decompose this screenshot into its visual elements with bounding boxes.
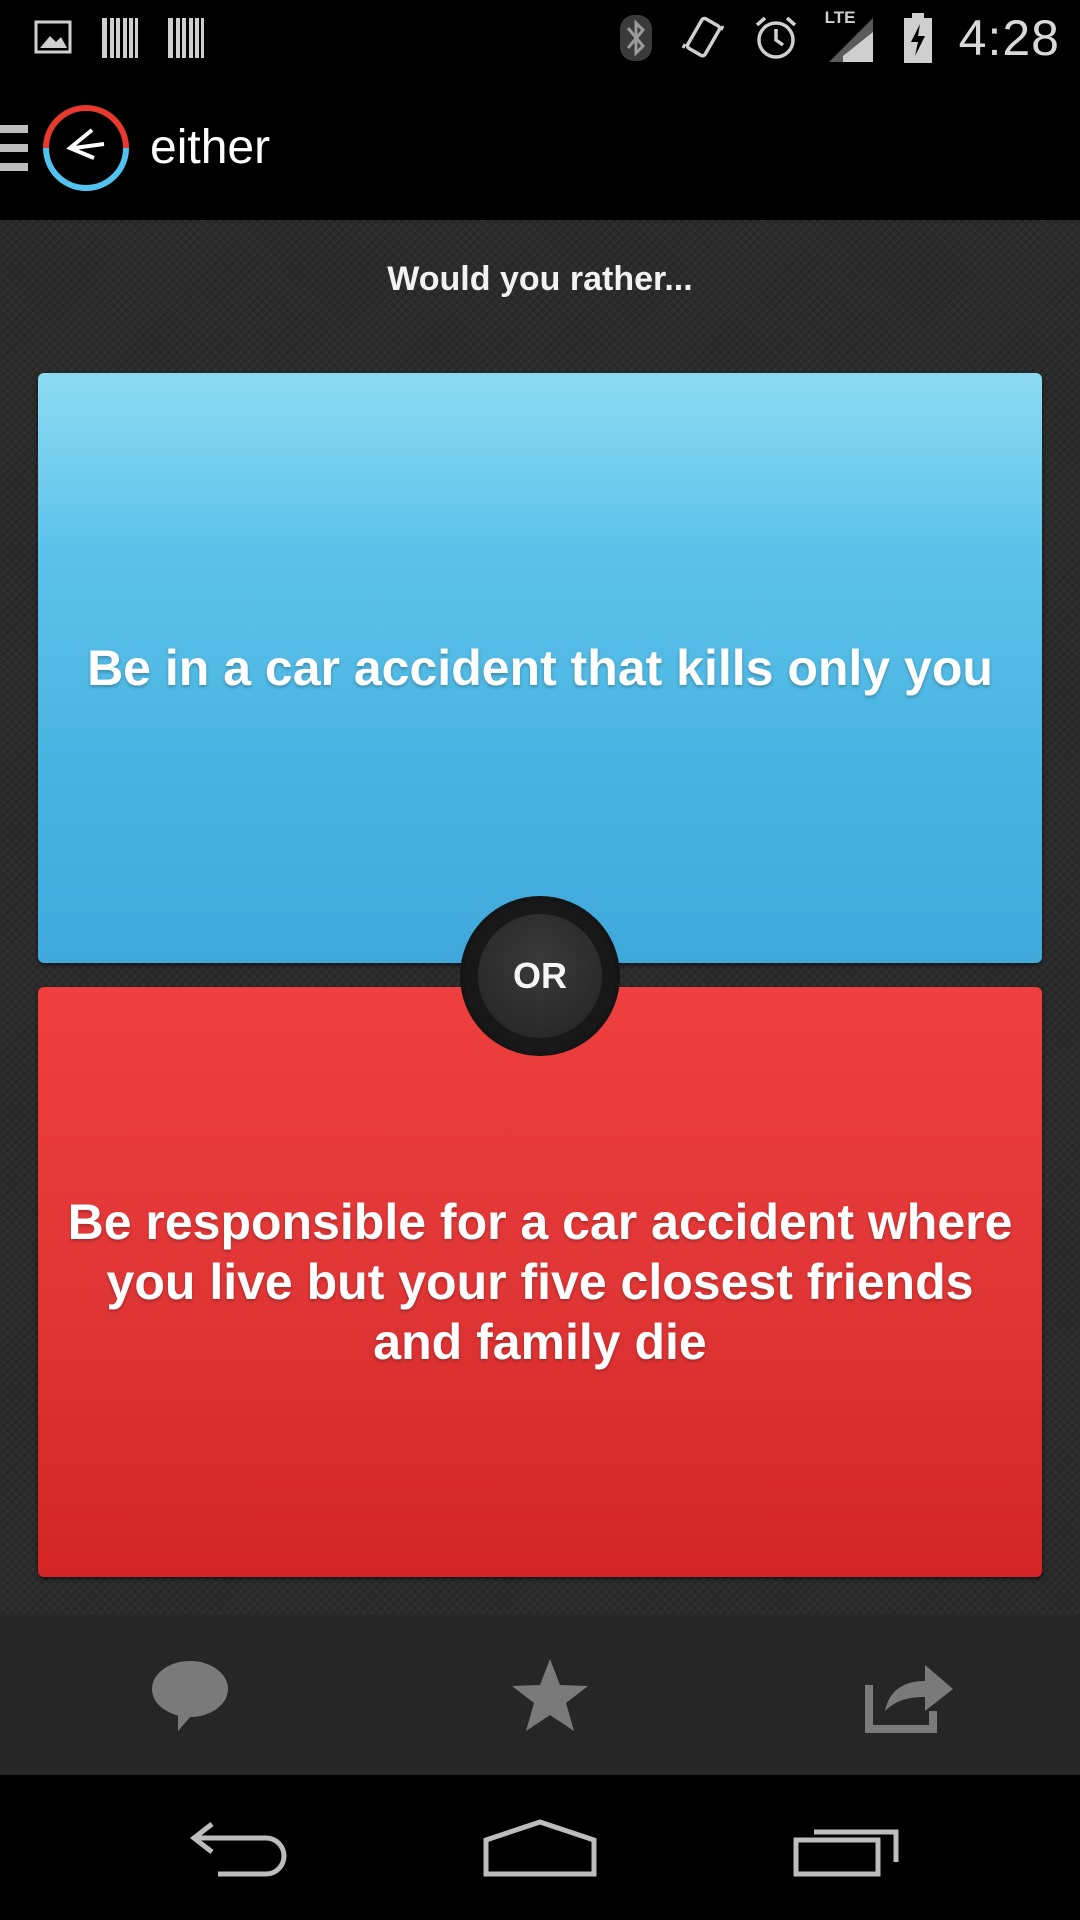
app-bar: either: [0, 75, 1080, 220]
share-icon: [865, 1665, 953, 1733]
menu-icon[interactable]: [0, 124, 30, 171]
vibrate-icon: [679, 14, 727, 62]
app-logo-icon[interactable]: [42, 104, 130, 192]
or-label: OR: [478, 914, 602, 1038]
action-bar: [0, 1615, 1080, 1775]
battery-icon: [903, 12, 933, 64]
status-bar: LTE 4:28: [0, 0, 1080, 75]
star-icon: [512, 1659, 588, 1731]
lte-signal-icon: LTE: [825, 8, 877, 64]
app-title: either: [150, 121, 271, 174]
alarm-icon: [753, 15, 799, 61]
option-a-card[interactable]: Be in a car accident that kills only you: [38, 373, 1042, 963]
barcode-icon: [100, 16, 140, 60]
barcode-icon: [166, 16, 206, 60]
question-area: Would you rather... Be in a car accident…: [0, 220, 1080, 1615]
status-system: LTE 4:28: [619, 8, 1060, 67]
screen: LTE 4:28 either Would you rather... Be i…: [0, 0, 1080, 1920]
comment-icon: [152, 1661, 228, 1731]
back-button[interactable]: [168, 1808, 298, 1888]
recent-apps-icon: [793, 1829, 899, 1876]
favorite-button[interactable]: [500, 1645, 600, 1745]
comment-button[interactable]: [140, 1645, 240, 1745]
navigation-bar: [0, 1775, 1080, 1920]
status-notifications: [34, 16, 206, 60]
share-button[interactable]: [860, 1645, 960, 1745]
status-time: 4:28: [958, 9, 1060, 66]
question-prompt: Would you rather...: [387, 260, 693, 298]
home-icon: [483, 1818, 597, 1876]
option-b-card[interactable]: Be responsible for a car accident where …: [38, 987, 1042, 1577]
option-a-text: Be in a car accident that kills only you: [87, 640, 993, 696]
or-separator: OR: [464, 900, 616, 1052]
bluetooth-icon: [619, 14, 653, 62]
option-b-text: Be responsible for a car accident where …: [67, 1194, 1013, 1370]
back-icon: [190, 1821, 287, 1876]
network-type-label: LTE: [824, 7, 856, 27]
home-button[interactable]: [475, 1808, 605, 1888]
image-icon: [34, 20, 74, 56]
recent-apps-button[interactable]: [782, 1808, 912, 1888]
